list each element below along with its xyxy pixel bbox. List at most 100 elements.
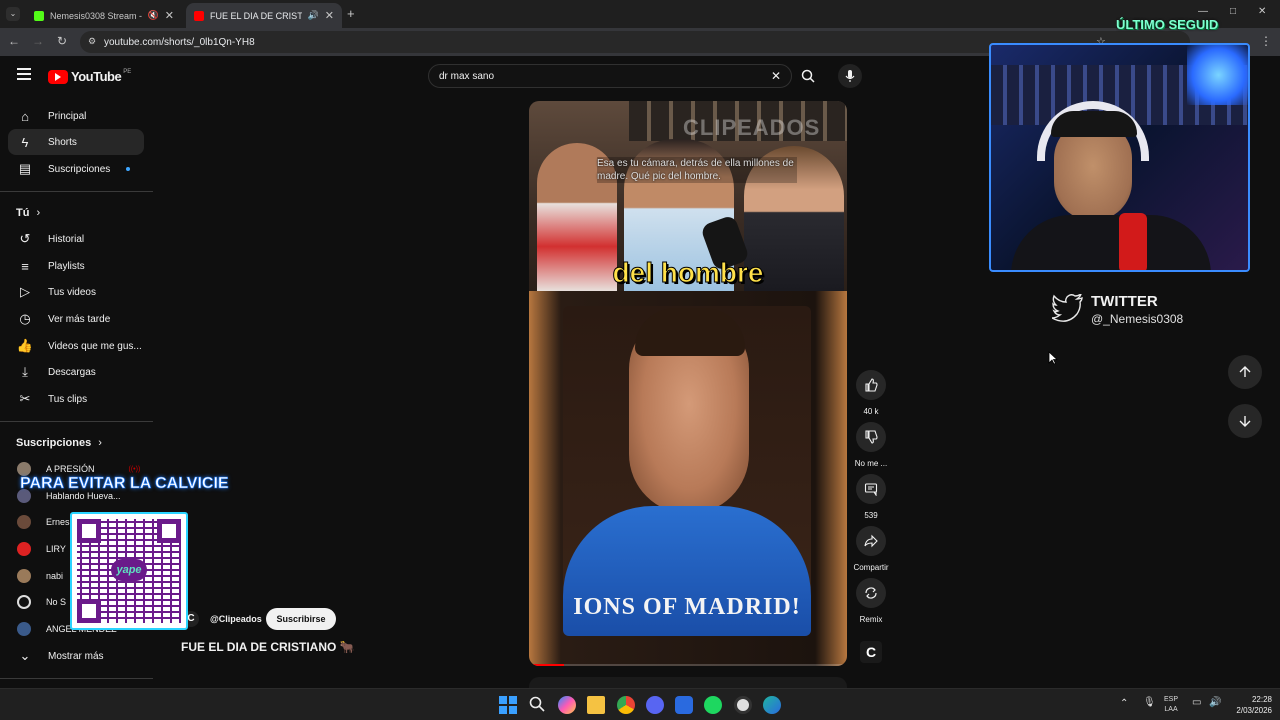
twitter-bird-icon [1051, 292, 1084, 327]
menu-dots-icon[interactable]: ⋮ [1258, 34, 1274, 48]
hair [635, 308, 745, 356]
youtube-logo[interactable]: YouTube PE [48, 69, 131, 84]
shorts-icon: ϟ [21, 134, 29, 150]
video-top-scene: CLIPEADOS Esa es tu cámara, detrás de el… [529, 101, 847, 291]
you-section-header[interactable]: Tú › [16, 207, 40, 219]
like-button[interactable]: 40 k [856, 370, 886, 416]
edge-icon[interactable] [763, 696, 781, 714]
file-explorer-icon[interactable] [587, 696, 605, 714]
clock[interactable]: 22:28 2/03/2026 [1222, 694, 1272, 716]
next-short-button[interactable] [1228, 404, 1262, 438]
subscribe-button[interactable]: Suscribirse [266, 608, 336, 630]
sidebar-item-liked-videos[interactable]: 👍 Videos que me gus... [8, 333, 144, 359]
reload-icon[interactable]: ↻ [54, 34, 70, 48]
discord-icon[interactable] [646, 696, 664, 714]
tab-nemesis-stream[interactable]: Nemesis0308 Stream - Wat 🔇 ✕ [26, 3, 182, 28]
show-more-button[interactable]: ⌄ Mostrar más [8, 643, 144, 669]
subscriptions-label: Suscripciones [16, 437, 92, 449]
maximize-icon[interactable]: □ [1230, 6, 1236, 17]
sidebar-item-suscripciones[interactable]: ▤ Suscripciones [8, 156, 144, 182]
close-window-icon[interactable]: ✕ [1258, 6, 1266, 17]
subscriptions-section-header[interactable]: Suscripciones › [16, 437, 102, 449]
channel-name[interactable]: @Clipeados [210, 614, 262, 624]
close-icon[interactable]: ✕ [325, 9, 334, 22]
clips-icon: ✂ [19, 391, 31, 406]
tray-chevron-icon[interactable]: ⌃ [1120, 698, 1128, 709]
subscription-label: A PRESIÓN [46, 464, 95, 474]
sidebar-item-historial[interactable]: ↺ Historial [8, 226, 144, 252]
chrome-icon[interactable] [617, 696, 635, 714]
sidebar-item-label: Videos que me gus... [48, 340, 142, 352]
spotify-icon[interactable] [704, 696, 722, 714]
subscription-label: Ernes [46, 517, 70, 527]
channel-logo-icon[interactable]: C [860, 641, 882, 663]
back-icon[interactable]: ← [6, 34, 22, 48]
comments-button[interactable]: 539 [856, 474, 886, 520]
short-video-player[interactable]: CLIPEADOS Esa es tu cámara, detrás de el… [529, 101, 847, 666]
search-input[interactable]: dr max sano ✕ [428, 64, 792, 88]
yape-logo: yape [111, 559, 147, 581]
voice-search-button[interactable] [838, 64, 862, 88]
sidebar-item-label: Descargas [48, 366, 96, 378]
close-icon[interactable]: ✕ [165, 9, 174, 22]
windows-start-icon[interactable] [499, 696, 517, 714]
search-button[interactable] [792, 64, 824, 88]
sidebar-item-label: Suscripciones [48, 163, 111, 175]
remix-label: Remix [859, 615, 883, 624]
sidebar-divider [0, 678, 153, 679]
copilot-icon[interactable] [558, 696, 576, 714]
dislike-button[interactable]: No me ... [855, 422, 887, 468]
sidebar-item-principal[interactable]: ⌂ Principal [8, 103, 144, 129]
tab-youtube-short[interactable]: FUE EL DIA DE CRISTIANO 🔊 ✕ [186, 3, 342, 28]
sidebar-item-ver-mas-tarde[interactable]: ◷ Ver más tarde [8, 306, 144, 332]
clock-date: 2/03/2026 [1236, 706, 1272, 715]
streamer-cap [1051, 111, 1137, 137]
tray-mic-icon[interactable]: 🎙 [1143, 697, 1156, 708]
progress-bar[interactable] [529, 664, 847, 666]
chevron-down-icon: ⌄ [19, 648, 31, 663]
playlists-icon: ≡ [21, 258, 29, 274]
clear-search-icon[interactable]: ✕ [771, 69, 781, 83]
sidebar-item-shorts[interactable]: ϟ Shorts [8, 129, 144, 155]
sidebar-item-tus-clips[interactable]: ✂ Tus clips [8, 386, 144, 412]
tab-search-icon[interactable]: ⌄ [6, 7, 20, 21]
microphone-icon [1119, 213, 1147, 270]
video-watermark: CLIPEADOS [683, 115, 821, 140]
minimize-icon[interactable]: — [1198, 6, 1208, 17]
ultimo-seguidor-label: ÚLTIMO SEGUID [1116, 17, 1219, 32]
previous-short-button[interactable] [1228, 355, 1262, 389]
forward-icon[interactable]: → [30, 34, 46, 48]
speaker-icon[interactable]: 🔊 [308, 10, 319, 21]
history-icon: ↺ [19, 231, 31, 246]
app-icon[interactable] [734, 696, 752, 714]
windows-taskbar: ⌃ 🎙 ESP LAA ▭ 🔊 22:28 2/03/2026 [0, 688, 1280, 720]
twitter-title: TWITTER [1091, 293, 1158, 310]
sidebar-item-tus-videos[interactable]: ▷ Tus videos [8, 279, 144, 305]
site-info-icon[interactable]: ⚙ [88, 36, 96, 47]
sidebar-item-playlists[interactable]: ≡ Playlists [8, 253, 144, 279]
mouse-cursor-icon [1048, 351, 1058, 365]
new-content-dot [126, 167, 131, 171]
language-indicator[interactable]: ESP LAA [1164, 695, 1178, 715]
volume-icon[interactable]: 🔊 [1209, 697, 1221, 708]
sidebar-item-descargas[interactable]: ⤓ Descargas [8, 359, 144, 385]
hamburger-menu-icon[interactable] [17, 68, 31, 80]
keyboard-layout: LAA [1164, 706, 1178, 713]
calvicie-banner: PARA EVITAR LA CALVICIE [20, 475, 229, 493]
arrow-down-icon [1239, 416, 1251, 427]
share-button[interactable]: Compartir [853, 526, 889, 572]
language-code: ESP [1164, 696, 1179, 703]
qr-pattern: yape [77, 519, 181, 623]
dislike-icon [856, 422, 886, 452]
sidebar-item-label: Ver más tarde [48, 313, 111, 325]
mic-icon [845, 70, 855, 82]
remix-button[interactable]: Remix [856, 578, 886, 624]
your-videos-icon: ▷ [20, 284, 30, 299]
mute-icon[interactable]: 🔇 [148, 10, 159, 21]
mail-icon[interactable] [675, 696, 693, 714]
search-icon[interactable] [529, 696, 547, 714]
avatar [17, 542, 31, 556]
tab-label: Nemesis0308 Stream - Wat [50, 10, 142, 21]
new-tab-icon[interactable]: + [347, 6, 355, 21]
network-icon[interactable]: ▭ [1192, 697, 1201, 708]
